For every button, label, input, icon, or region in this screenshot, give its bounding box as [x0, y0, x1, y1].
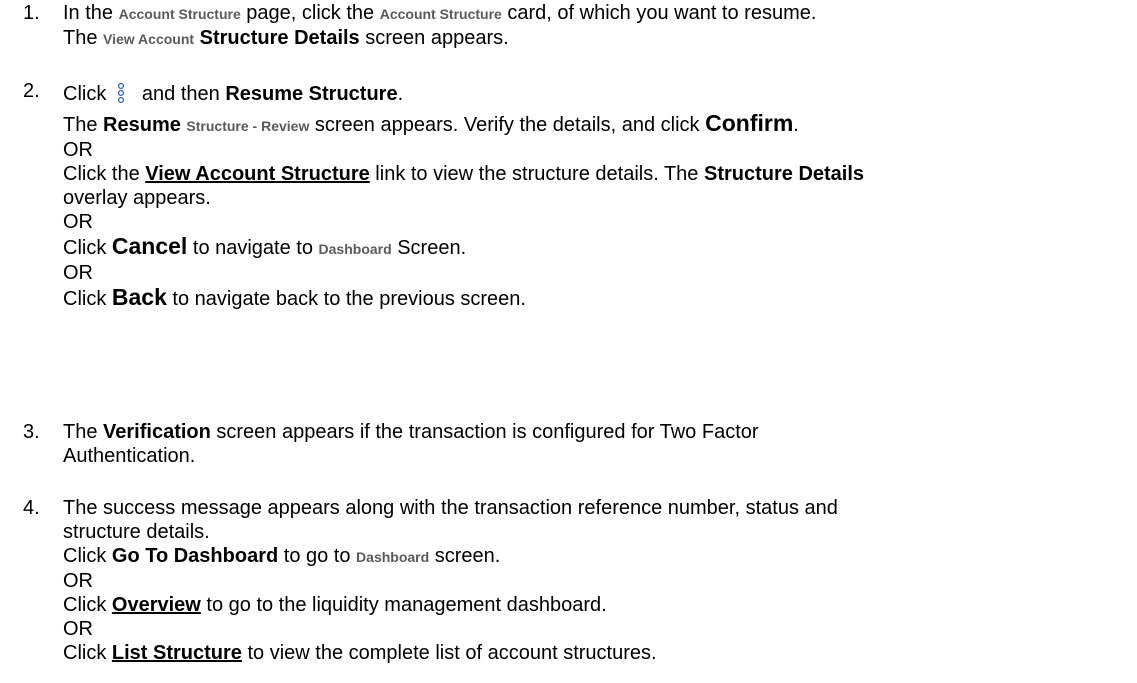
list-structure-link[interactable]: List Structure: [112, 642, 242, 664]
step-number: 3.: [23, 421, 40, 443]
step-4-line-2: structure details.: [63, 521, 210, 543]
or-separator: OR: [63, 570, 93, 592]
kebab-menu-icon: [110, 82, 132, 106]
step-2-line-9: Click Back to navigate back to the previ…: [63, 284, 526, 310]
step-4: 4. The success message appears along wit…: [0, 496, 838, 665]
structure-review-term: Structure - Review: [186, 118, 310, 134]
step-number: 4.: [23, 497, 40, 519]
or-separator: OR: [63, 139, 93, 161]
account-structure-term: Account Structure: [118, 6, 241, 22]
step-2-line-1: Click and then Resume Structure.: [63, 82, 404, 106]
step-3: 3. The Verification screen appears if th…: [0, 420, 759, 468]
step-4-line-3: Click Go To Dashboard to go to Dashboard…: [63, 545, 501, 567]
step-1-line-1: In the Account Structure page, click the…: [63, 2, 817, 24]
view-structure-details-term: Structure Details: [199, 27, 360, 49]
step-2-line-4: Click the View Account Structure link to…: [63, 163, 865, 185]
instructions-document: 1. In the Account Structure page, click …: [0, 0, 1137, 683]
step-4-line-7: Click List Structure to view the complet…: [63, 642, 657, 664]
back-term: Back: [111, 284, 167, 310]
step-1-line-2: The View Account Structure Details scree…: [63, 27, 509, 49]
step-2-line-5: overlay appears.: [63, 187, 211, 209]
confirm-term: Confirm: [705, 110, 794, 136]
step-2-line-2: The Resume Structure - Review screen app…: [63, 110, 799, 136]
view-account-structure-link[interactable]: View Account Structure: [145, 163, 370, 185]
verification-term: Verification: [103, 421, 211, 443]
overview-link[interactable]: Overview: [112, 594, 201, 616]
step-2: 2. Click and then Resume Structure. The …: [0, 79, 864, 311]
dashboard-term: Dashboard: [318, 241, 392, 257]
step-number: 1.: [23, 2, 40, 24]
step-3-line-1: The Verification screen appears if the t…: [63, 421, 759, 443]
step-1: 1. In the Account Structure page, click …: [0, 1, 816, 51]
or-separator: OR: [63, 211, 93, 233]
or-separator: OR: [63, 262, 93, 284]
or-separator: OR: [63, 618, 93, 640]
dashboard-term: Dashboard: [356, 549, 430, 565]
go-to-dashboard-term: Go To Dashboard: [111, 545, 279, 567]
resume-structure-term: Resume Structure: [225, 83, 398, 105]
structure-details-term: Structure Details: [703, 163, 865, 185]
step-4-line-5: Click Overview to go to the liquidity ma…: [63, 594, 607, 616]
step-2-line-7: Click Cancel to navigate to Dashboard Sc…: [63, 233, 467, 259]
step-number: 2.: [23, 80, 40, 102]
step-3-line-2: Authentication.: [63, 445, 196, 467]
cancel-term: Cancel: [111, 233, 188, 259]
account-structure-card-term: Account Structure: [379, 6, 502, 22]
step-4-line-1: The success message appears along with t…: [63, 497, 838, 519]
